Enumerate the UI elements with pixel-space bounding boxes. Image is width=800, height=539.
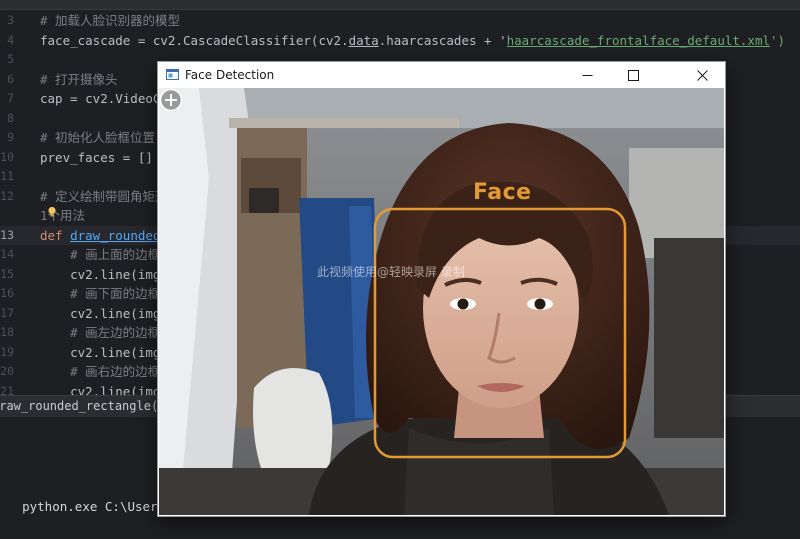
maximize-button[interactable] bbox=[610, 62, 656, 88]
window-titlebar[interactable]: Face Detection bbox=[158, 62, 725, 88]
code-text: # 画左边的边框 bbox=[40, 323, 160, 343]
line-number: 16 bbox=[0, 286, 14, 300]
code-token: # 画上面的边框 bbox=[40, 247, 161, 262]
code-text: prev_faces = [] bbox=[40, 148, 153, 168]
line-number: 5 bbox=[7, 52, 14, 66]
line-number: 3 bbox=[7, 13, 14, 27]
line-number: 18 bbox=[0, 325, 14, 339]
code-token: face_cascade = cv2.CascadeClassifier(cv2… bbox=[40, 32, 349, 48]
code-text: face_cascade = cv2.CascadeClassifier(cv2… bbox=[40, 31, 785, 51]
code-text: cv2.line(img, bbox=[40, 304, 168, 324]
close-icon bbox=[696, 69, 708, 81]
add-icon[interactable] bbox=[159, 88, 183, 112]
face-label: Face bbox=[473, 180, 532, 205]
line-number: 14 bbox=[0, 247, 14, 261]
code-token: .haarcascades + ' bbox=[378, 32, 507, 48]
line-number: 9 bbox=[7, 130, 14, 144]
line-number: 15 bbox=[0, 266, 14, 281]
code-token: def bbox=[40, 227, 71, 243]
maximize-icon bbox=[627, 69, 639, 81]
line-number: 17 bbox=[0, 305, 14, 320]
window-title: Face Detection bbox=[185, 68, 275, 82]
code-text: # 画上面的边框 bbox=[40, 245, 160, 265]
camera-feed: Face 此视频使用@轻映录屏 录制 bbox=[159, 88, 724, 515]
code-line[interactable]: 4 face_cascade = cv2.CascadeClassifier(cv… bbox=[0, 31, 800, 51]
line-number: 19 bbox=[0, 344, 14, 359]
app-window-icon bbox=[166, 69, 179, 80]
code-token: draw_rounded_ bbox=[70, 227, 168, 243]
code-token: cv2.line(img, bbox=[40, 266, 168, 282]
line-number: 8 bbox=[7, 110, 14, 125]
code-text: cv2.line(img, bbox=[40, 265, 168, 285]
recording-watermark: 此视频使用@轻映录屏 录制 bbox=[317, 265, 465, 279]
code-text: # 画右边的边框 bbox=[40, 362, 160, 382]
line-number: 6 bbox=[7, 71, 14, 86]
code-text: # 打开摄像头 bbox=[40, 70, 118, 90]
line-number: 10 bbox=[0, 149, 14, 164]
line-number: 13 bbox=[0, 227, 14, 242]
code-token: # 加载人脸识别器的模型 bbox=[40, 13, 181, 28]
code-token: cv2.line(img, bbox=[40, 344, 168, 360]
code-token: # 初始化人脸框位置 bbox=[40, 130, 156, 145]
line-number: 4 bbox=[7, 32, 14, 47]
close-button[interactable] bbox=[679, 62, 725, 88]
code-text: cap = cv2.VideoCa bbox=[40, 89, 168, 109]
code-text: cv2.line(img, bbox=[40, 343, 168, 363]
code-token: cap = cv2.VideoCa bbox=[40, 91, 168, 106]
line-number: 20 bbox=[0, 364, 14, 378]
breadcrumb-function[interactable]: draw_rounded_rectangle() bbox=[0, 399, 165, 413]
line-number: 11 bbox=[0, 169, 14, 183]
code-text: # 初始化人脸框位置 bbox=[40, 128, 155, 148]
line-number: 12 bbox=[0, 188, 14, 203]
editor-tab-strip bbox=[0, 0, 800, 10]
code-line[interactable]: 3 # 加载人脸识别器的模型 bbox=[0, 11, 800, 31]
minimize-icon bbox=[582, 74, 592, 76]
minimize-button[interactable] bbox=[564, 62, 610, 88]
code-text: # 画下面的边框 bbox=[40, 284, 160, 304]
code-token: # 定义绘制带圆角矩形 bbox=[40, 188, 168, 204]
line-number: 7 bbox=[7, 91, 14, 105]
code-token: ') bbox=[770, 32, 786, 48]
code-token: haarcascade_frontalface_default.xml bbox=[506, 32, 771, 48]
face-detection-window[interactable]: Face Detection Face 此视频使用@轻映录屏 录制 bbox=[157, 61, 726, 517]
code-token: # 画左边的边框 bbox=[40, 325, 161, 340]
code-token: # 打开摄像头 bbox=[40, 71, 118, 87]
camera-frame-image bbox=[159, 88, 724, 515]
code-token: cv2.line(img, bbox=[40, 305, 168, 321]
code-text: # 定义绘制带圆角矩形 bbox=[40, 187, 168, 207]
code-token: data bbox=[348, 32, 379, 48]
lightbulb-icon[interactable] bbox=[47, 206, 57, 218]
code-text: # 加载人脸识别器的模型 bbox=[40, 11, 180, 31]
code-token: prev_faces = [] bbox=[40, 149, 153, 165]
code-token: # 画下面的边框 bbox=[40, 286, 161, 301]
code-text: def draw_rounded_ bbox=[40, 226, 168, 246]
code-token: # 画右边的边框 bbox=[40, 364, 161, 379]
